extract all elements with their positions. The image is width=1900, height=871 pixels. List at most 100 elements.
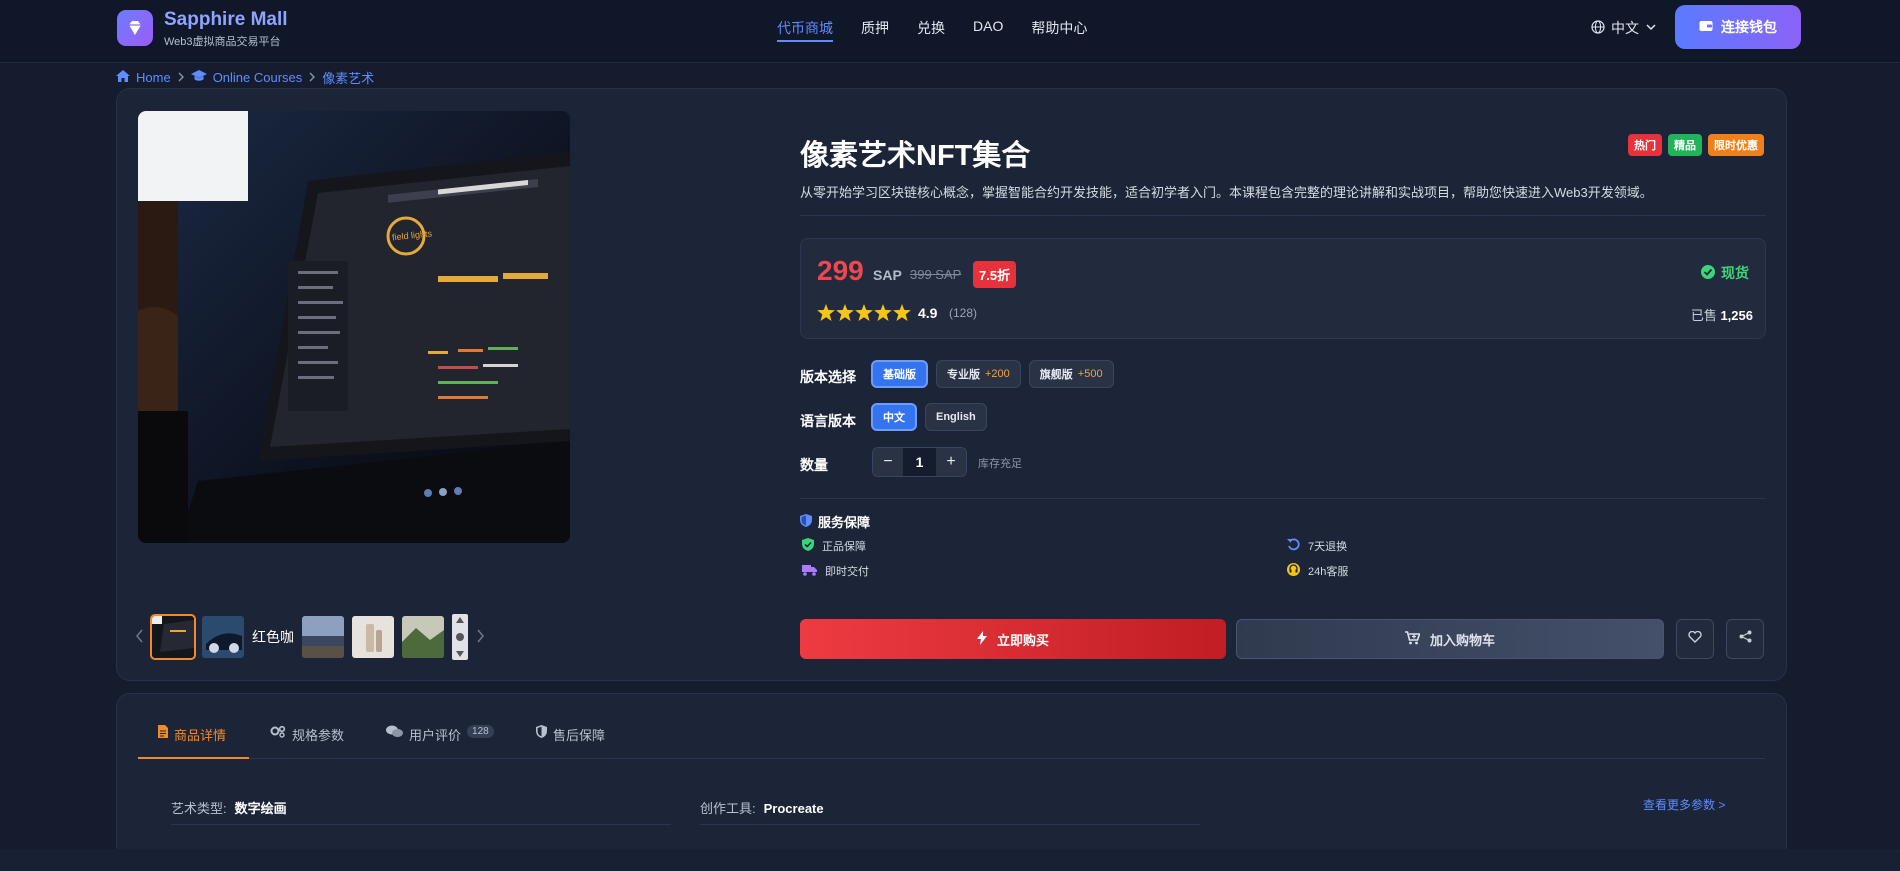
breadcrumb-category[interactable]: Online Courses: [213, 70, 303, 85]
brand-name[interactable]: Sapphire Mall: [164, 9, 288, 31]
globe-icon: [1591, 19, 1605, 37]
nav-swap[interactable]: 兑换: [917, 18, 945, 42]
version-options: 基础版 专业版 +200 旗舰版 +500: [871, 360, 1114, 388]
lightning-icon: [976, 630, 987, 648]
star-icon: [836, 304, 854, 321]
service-support: 24h客服: [1287, 563, 1348, 579]
quantity-minus-button[interactable]: −: [873, 448, 903, 476]
service-authentic-label: 正品保障: [822, 541, 866, 553]
tab-user-reviews-label: 用户评价: [409, 728, 462, 743]
connect-wallet-button[interactable]: 连接钱包: [1675, 5, 1801, 49]
language-options: 中文 English: [871, 403, 987, 431]
buy-now-button[interactable]: 立即购买: [800, 619, 1226, 659]
shield-icon: [800, 513, 812, 530]
star-icon: [855, 304, 873, 321]
quantity-plus-button[interactable]: +: [936, 448, 966, 476]
sold-value: 1,256: [1720, 308, 1753, 323]
share-button[interactable]: [1726, 619, 1764, 659]
quantity-label: 数量: [800, 457, 828, 473]
thumbnail-broken-image[interactable]: 红色咖: [252, 628, 294, 646]
star-icon: [893, 304, 911, 321]
option-english[interactable]: English: [925, 403, 987, 431]
param-art-type-value: 数字绘画: [234, 801, 287, 816]
buy-now-label: 立即购买: [996, 632, 1049, 648]
more-params-link[interactable]: 查看更多参数 >: [1643, 796, 1725, 813]
truck-icon: [802, 564, 817, 579]
service-instant-delivery-label: 即时交付: [825, 566, 869, 578]
nav-token-mall[interactable]: 代币商城: [777, 18, 833, 42]
add-to-cart-button[interactable]: 加入购物车: [1236, 619, 1664, 659]
nav-help-center[interactable]: 帮助中心: [1031, 18, 1087, 42]
option-basic-label: 基础版: [883, 369, 916, 381]
gears-icon: [270, 725, 286, 741]
quantity-input[interactable]: 1: [903, 448, 936, 476]
file-icon: [158, 725, 168, 741]
divider: [800, 215, 1766, 216]
thumbnail-laptop[interactable]: [150, 614, 196, 660]
language-version-label: 语言版本: [800, 413, 856, 429]
tab-after-sales[interactable]: 售后保障: [536, 725, 605, 759]
product-tags: 热门 精品 限时优惠: [1628, 134, 1764, 156]
tab-product-details-label: 商品详情: [174, 728, 227, 743]
language-selector[interactable]: 中文: [1591, 18, 1657, 38]
thumbnail-cosmetics[interactable]: [352, 616, 394, 658]
heart-icon: [1688, 630, 1702, 648]
thumbnail-scrollbar[interactable]: [452, 614, 468, 660]
service-support-label: 24h客服: [1308, 566, 1349, 578]
main-nav: 代币商城 质押 兑换 DAO 帮助中心: [777, 18, 1115, 42]
tag-hot: 热门: [1628, 134, 1662, 156]
stock-status-label: 现货: [1721, 265, 1749, 281]
version-label: 版本选择: [800, 369, 856, 385]
service-return-label: 7天退换: [1308, 541, 1348, 553]
option-pro[interactable]: 专业版 +200: [936, 360, 1021, 388]
chevron-down-icon: [1645, 20, 1657, 36]
service-return: 7天退换: [1287, 538, 1347, 554]
option-basic[interactable]: 基础版: [871, 360, 928, 388]
quantity-stepper: − 1 +: [872, 447, 967, 477]
discount-badge: 7.5折: [973, 261, 1017, 288]
check-circle-icon: [1701, 264, 1715, 282]
service-instant-delivery: 即时交付: [802, 563, 869, 579]
sold-count: 已售 1,256: [1691, 305, 1753, 324]
thumbnail-mountain[interactable]: [402, 616, 444, 658]
param-art-type: 艺术类型: 数字绘画: [171, 798, 287, 817]
share-icon: [1739, 630, 1752, 648]
breadcrumb-current[interactable]: 像素艺术: [322, 68, 374, 87]
logo-gem-icon[interactable]: [117, 10, 153, 46]
headset-icon: [1287, 563, 1300, 579]
product-title: 像素艺术NFT集合: [800, 140, 1031, 172]
nav-staking[interactable]: 质押: [861, 18, 889, 42]
bottom-bar: [0, 849, 1900, 871]
details-card: [116, 693, 1787, 871]
undo-icon: [1287, 538, 1300, 554]
thumbnail-strip: 红色咖: [136, 614, 484, 660]
nav-dao[interactable]: DAO: [973, 18, 1003, 42]
review-count[interactable]: (128): [949, 306, 977, 320]
current-price: 299: [817, 255, 864, 286]
param-creation-tool-label: 创作工具:: [700, 801, 756, 816]
graduation-cap-icon: [190, 70, 207, 85]
star-icon: [874, 304, 892, 321]
breadcrumb-home[interactable]: Home: [136, 70, 171, 85]
product-main-image[interactable]: field lights: [138, 111, 570, 543]
service-title: 服务保障: [800, 512, 870, 531]
option-pro-extra: +200: [985, 368, 1010, 380]
chevron-right-icon[interactable]: [476, 627, 484, 648]
price-currency: SAP: [873, 267, 902, 283]
favorite-button[interactable]: [1676, 619, 1714, 659]
option-chinese[interactable]: 中文: [871, 403, 917, 431]
thumbnail-car[interactable]: [202, 616, 244, 658]
product-description: 从零开始学习区块链核心概念，掌握智能合约开发技能，适合初学者入门。本课程包含完整…: [800, 185, 1653, 200]
param-art-type-label: 艺术类型:: [171, 801, 227, 816]
option-flagship[interactable]: 旗舰版 +500: [1028, 360, 1114, 388]
thumbnail-landscape[interactable]: [302, 616, 344, 658]
tab-product-details[interactable]: 商品详情: [138, 725, 249, 759]
tag-limited-offer: 限时优惠: [1708, 134, 1764, 156]
tab-specifications-label: 规格参数: [292, 728, 345, 743]
wallet-icon: [1699, 19, 1713, 35]
chevron-left-icon[interactable]: [136, 627, 144, 648]
tab-user-reviews[interactable]: 用户评价 128: [386, 725, 494, 759]
comments-icon: [386, 725, 403, 741]
tab-specifications[interactable]: 规格参数: [270, 725, 344, 759]
option-pro-label: 专业版: [947, 369, 980, 381]
